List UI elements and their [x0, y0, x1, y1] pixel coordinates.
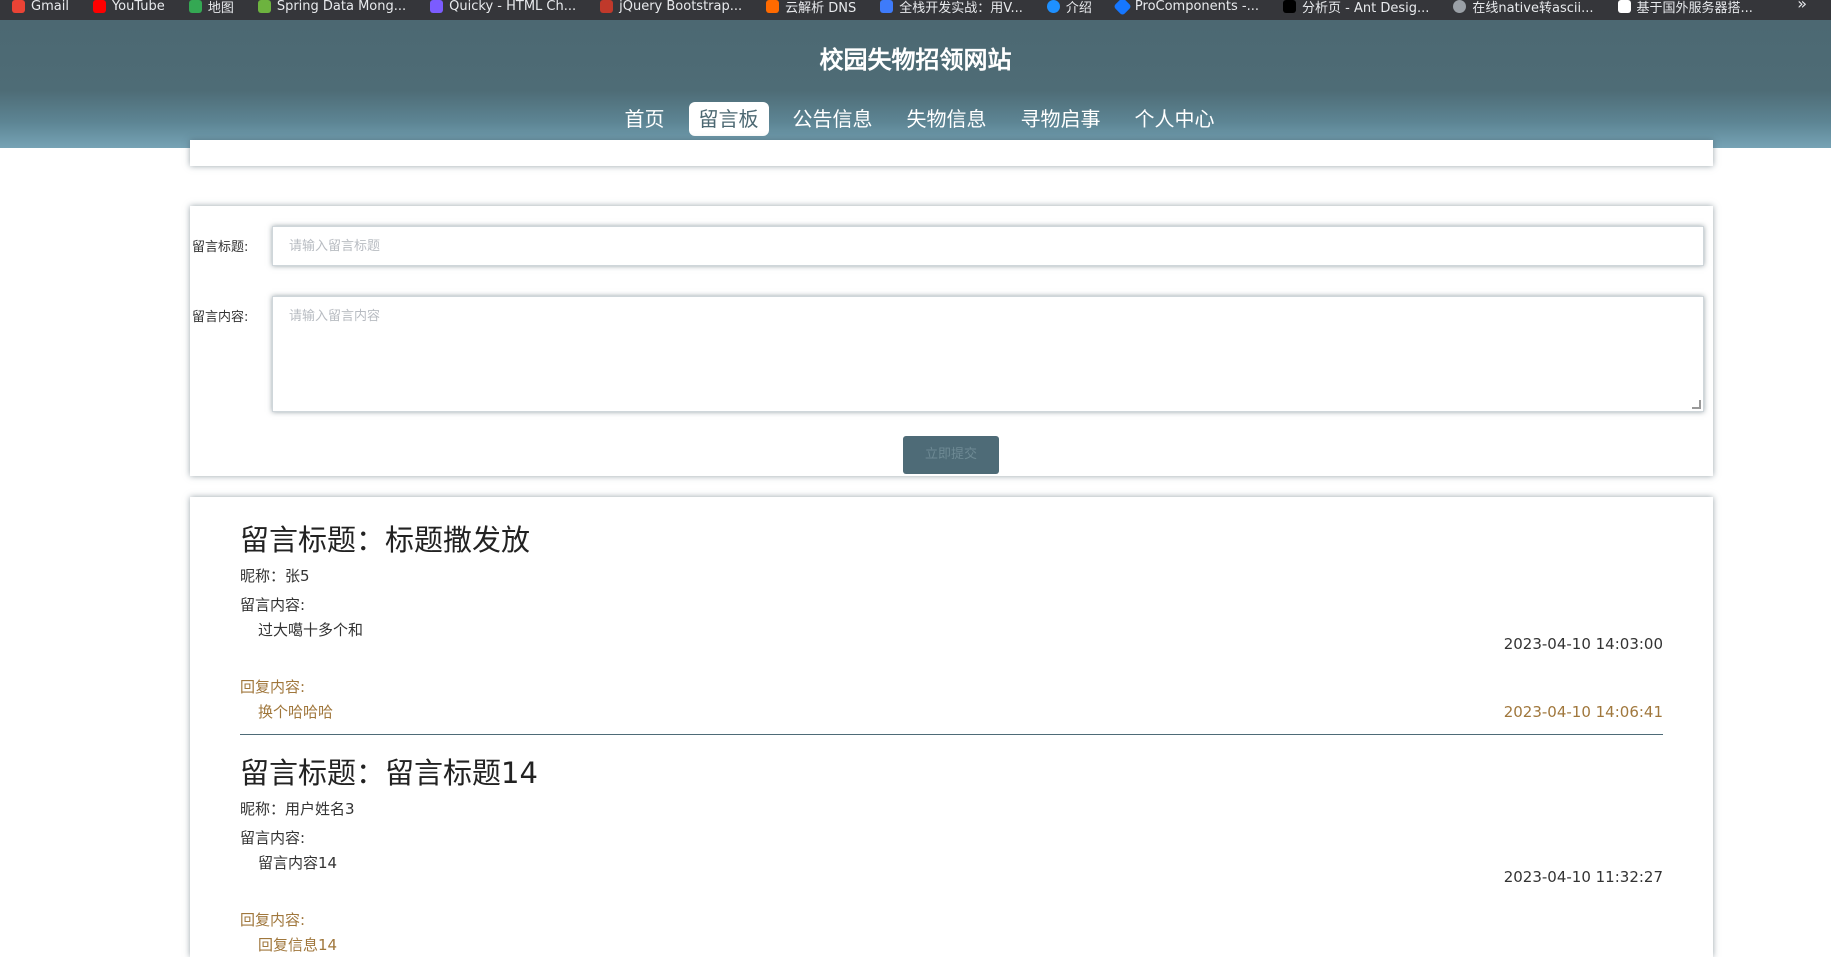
bookmark-quicky[interactable]: Quicky - HTML Ch... [430, 0, 576, 16]
content-textarea[interactable]: 请输入留言内容 [272, 296, 1704, 412]
message-content: 过大噶十多个和 [258, 621, 364, 639]
jquery-icon [600, 0, 614, 13]
aliyun-icon [766, 0, 780, 13]
more-bookmarks-icon[interactable]: » [1797, 0, 1807, 13]
reply-content: 换个哈哈哈 [258, 703, 334, 721]
nav-message-board[interactable]: 留言板 [688, 102, 769, 136]
procomponents-icon [1113, 0, 1132, 16]
message-title: 留言标题：标题撒发放 [240, 523, 531, 557]
reply-label: 回复内容: [240, 678, 306, 696]
reply-time: 2023-04-10 14:06:41 [1503, 703, 1663, 721]
message-time: 2023-04-10 11:32:27 [1503, 868, 1663, 886]
content-label: 留言内容: [192, 310, 249, 325]
nav-lost-items[interactable]: 失物信息 [897, 102, 997, 136]
site-title: 校园失物招领网站 [819, 46, 1012, 74]
server-icon [1617, 0, 1631, 13]
message-title: 留言标题：留言标题14 [240, 756, 538, 790]
bookmark-native-ascii[interactable]: 在线native转ascii... [1453, 0, 1594, 16]
nav-lost-notices[interactable]: 寻物启事 [1011, 102, 1111, 136]
message-form: 留言标题: 请输入留言标题 留言内容: 请输入留言内容 立即提交 [190, 206, 1713, 476]
nav-home[interactable]: 首页 [615, 102, 675, 136]
bookmark-fullstack[interactable]: 全栈开发实战：用V... [880, 0, 1023, 16]
submit-button[interactable]: 立即提交 [903, 436, 999, 474]
bookmark-spring-data[interactable]: Spring Data Mong... [257, 0, 406, 16]
message-nickname: 昵称：用户姓名3 [240, 800, 355, 818]
reply-content: 回复信息14 [258, 936, 338, 954]
maps-icon [188, 0, 202, 13]
site-header: 校园失物招领网站 首页 留言板 公告信息 失物信息 寻物启事 个人中心 [0, 20, 1831, 148]
bookmark-procomponents[interactable]: ProComponents -... [1113, 0, 1259, 16]
message-content: 留言内容14 [258, 854, 338, 872]
globe-icon [1453, 0, 1467, 13]
youtube-icon [92, 0, 106, 13]
nav-announcements[interactable]: 公告信息 [783, 102, 883, 136]
message-list: 留言标题：标题撒发放 昵称：张5 留言内容: 过大噶十多个和 2023-04-1… [190, 497, 1713, 957]
resize-handle-icon[interactable] [1692, 400, 1701, 409]
quicky-icon [430, 0, 444, 13]
list-item: 留言标题：标题撒发放 昵称：张5 留言内容: 过大噶十多个和 2023-04-1… [240, 517, 1663, 722]
spring-icon [257, 0, 271, 13]
bookmark-gmail[interactable]: Gmail [12, 0, 69, 16]
bookmark-jquery-bootstrap[interactable]: jQuery Bootstrap... [600, 0, 742, 16]
bookmark-overseas-server[interactable]: 基于国外服务器搭... [1617, 0, 1753, 16]
message-divider [240, 734, 1663, 735]
globe-icon [1046, 0, 1060, 13]
pro-icon [1283, 0, 1296, 13]
message-nickname: 昵称：张5 [240, 567, 310, 585]
m-icon [880, 0, 894, 13]
nav-personal-center[interactable]: 个人中心 [1125, 102, 1225, 136]
bookmarks-bar: Gmail YouTube 地图 Spring Data Mong... Qui… [0, 0, 1831, 20]
content-placeholder: 请输入留言内容 [289, 309, 381, 324]
bookmark-cloud-dns[interactable]: 云解析 DNS [766, 0, 856, 16]
bookmark-intro[interactable]: 介绍 [1046, 0, 1092, 16]
top-panel [190, 140, 1713, 166]
title-input[interactable]: 请输入留言标题 [272, 226, 1704, 266]
gmail-icon [12, 0, 25, 13]
main-nav: 首页 留言板 公告信息 失物信息 寻物启事 个人中心 [0, 102, 1831, 136]
bookmark-maps[interactable]: 地图 [188, 0, 234, 16]
message-content-label: 留言内容: [240, 596, 306, 614]
title-label: 留言标题: [192, 240, 249, 255]
list-item: 留言标题：留言标题14 昵称：用户姓名3 留言内容: 留言内容14 2023-0… [240, 750, 1663, 955]
reply-label: 回复内容: [240, 911, 306, 929]
bookmark-youtube[interactable]: YouTube [92, 0, 165, 16]
message-content-label: 留言内容: [240, 829, 306, 847]
message-time: 2023-04-10 14:03:00 [1503, 635, 1663, 653]
bookmark-ant-design[interactable]: 分析页 - Ant Desig... [1283, 0, 1429, 16]
